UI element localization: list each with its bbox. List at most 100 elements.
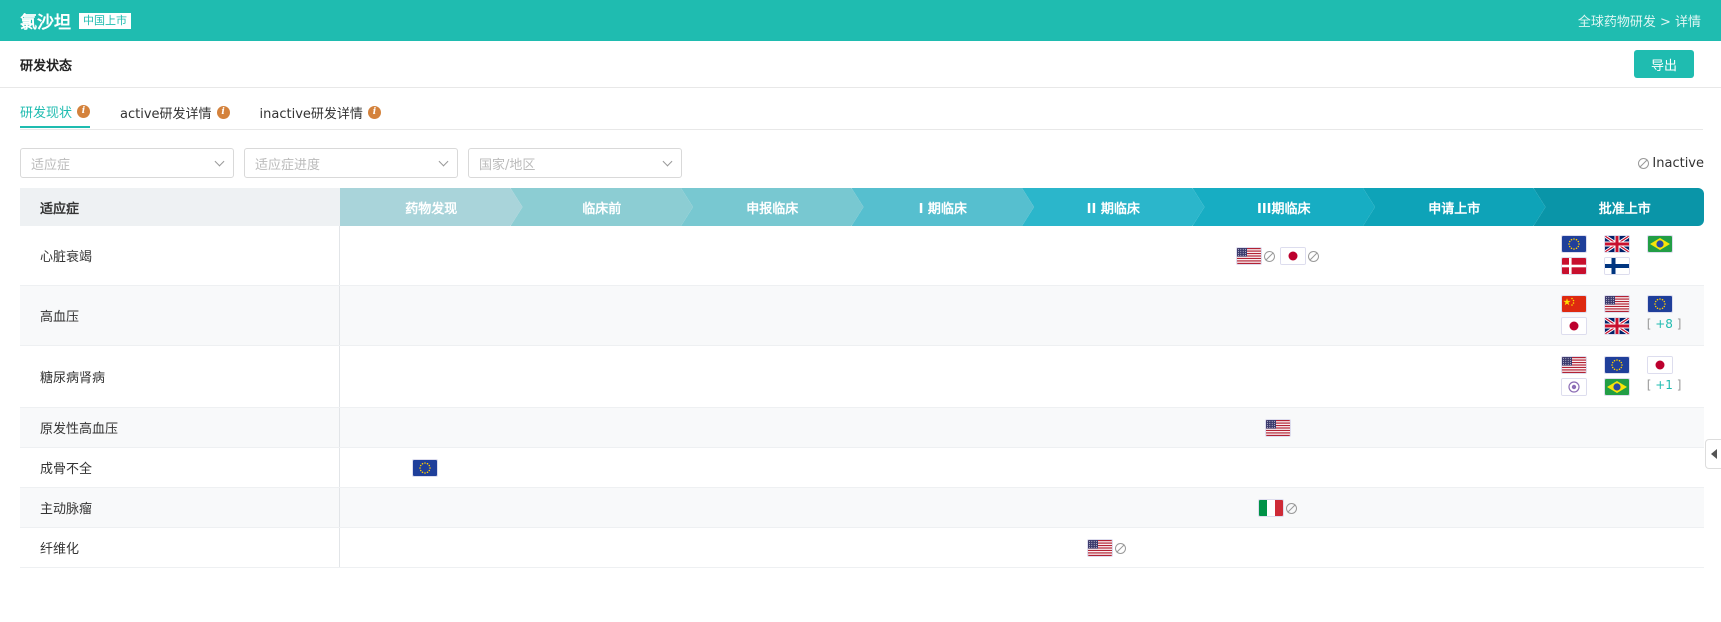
flag-jp-icon[interactable] — [1561, 318, 1586, 334]
more-count: +8 — [1655, 317, 1673, 331]
more-countries-link[interactable]: [ +8 ] — [1647, 317, 1682, 331]
indication-cell[interactable]: 高血压 — [20, 286, 340, 345]
country-region-select[interactable]: 国家/地区 — [468, 148, 682, 178]
indication-cell[interactable]: 成骨不全 — [20, 448, 340, 487]
indication-label: 糖尿病肾病 — [40, 371, 106, 386]
table-row: 成骨不全 — [20, 448, 1704, 488]
phase-6: 申请上市 — [1363, 188, 1546, 226]
flag-eu-icon[interactable] — [1561, 236, 1586, 252]
inactive-icon — [1307, 251, 1319, 262]
flag-eu-icon[interactable] — [1647, 296, 1672, 312]
table-body: 心脏衰竭 高血压 [ +8 ] 糖尿病肾病 [ +1 ] 原发性高血压成骨不全主动脉瘤… — [20, 226, 1704, 568]
filter-bar: 适应症 适应症进度 国家/地区 — [20, 148, 692, 178]
phase-cells — [340, 226, 1704, 285]
indication-progress-select[interactable]: 适应症进度 — [244, 148, 458, 178]
indication-cell[interactable]: 主动脉瘤 — [20, 488, 340, 527]
phase-cells — [340, 528, 1704, 567]
phase-label: 药物发现 — [405, 201, 458, 217]
phase-2: 申报临床 — [681, 188, 864, 226]
flag-jp-icon[interactable] — [1280, 248, 1305, 264]
tab-active-details[interactable]: active研发详情 i — [120, 94, 230, 128]
tab-bar: 研发现状 i active研发详情 i inactive研发详情 i — [20, 94, 1703, 130]
pipeline-table: 适应症 药物发现 临床前 申报临床 I 期临床 II 期临床 III期临床 申请上市 批准上市… — [20, 188, 1704, 568]
info-icon[interactable]: i — [367, 105, 381, 119]
indication-cell[interactable]: 糖尿病肾病 — [20, 346, 340, 407]
indication-select[interactable]: 适应症 — [20, 148, 234, 178]
phase-label: 批准上市 — [1598, 201, 1651, 217]
tab-current-status[interactable]: 研发现状 i — [20, 94, 91, 128]
market-status-badge: 中国上市 — [79, 12, 131, 29]
flag-us-icon[interactable] — [1088, 540, 1113, 556]
tab-label: active研发详情 — [120, 106, 212, 122]
select-placeholder: 适应症进度 — [255, 157, 321, 173]
rd-status-card: 研发状态 导出 研发现状 i active研发详情 i inactive研发详情 i … — [0, 41, 1721, 622]
breadcrumb[interactable]: 全球药物研发 > 详情 — [1578, 11, 1701, 30]
inactive-legend: Inactive — [1638, 156, 1704, 171]
tab-label: inactive研发详情 — [259, 106, 363, 122]
flag-gb-icon[interactable] — [1604, 236, 1629, 252]
flag-fi-icon[interactable] — [1604, 258, 1629, 274]
table-row: 高血压 [ +8 ] — [20, 286, 1704, 346]
table-row: 主动脉瘤 — [20, 488, 1704, 528]
flag-jp-icon[interactable] — [1647, 357, 1672, 373]
phase-1: 临床前 — [510, 188, 693, 226]
indication-cell[interactable]: 纤维化 — [20, 528, 340, 567]
indication-label: 成骨不全 — [40, 462, 93, 477]
flag-it-icon[interactable] — [1258, 500, 1283, 516]
flag-us-icon[interactable] — [1265, 420, 1290, 436]
inactive-icon — [1263, 251, 1275, 262]
phase-cells — [340, 448, 1704, 487]
inactive-icon — [1285, 503, 1297, 514]
flag-us-icon[interactable] — [1561, 357, 1586, 373]
flag-br-icon[interactable] — [1647, 236, 1672, 252]
phase-cells — [340, 488, 1704, 527]
indication-label: 高血压 — [40, 310, 80, 325]
phase-label: II 期临床 — [1086, 201, 1140, 217]
indication-label: 心脏衰竭 — [40, 250, 93, 265]
phase-3: I 期临床 — [851, 188, 1034, 226]
chevron-down-icon — [438, 156, 449, 166]
phase-7: 批准上市 — [1533, 188, 1704, 226]
collapse-handle[interactable] — [1705, 439, 1721, 469]
phase-cells — [340, 408, 1704, 447]
table-row: 糖尿病肾病 [ +1 ] — [20, 346, 1704, 408]
select-placeholder: 国家/地区 — [479, 157, 536, 173]
chevron-down-icon — [214, 156, 225, 166]
indication-column-header: 适应症 — [20, 188, 340, 226]
flag-br-icon[interactable] — [1604, 379, 1629, 395]
flag-dk-icon[interactable] — [1561, 258, 1586, 274]
tab-inactive-details[interactable]: inactive研发详情 i — [260, 94, 381, 128]
indication-cell[interactable]: 原发性高血压 — [20, 408, 340, 447]
more-countries-link[interactable]: [ +1 ] — [1647, 378, 1682, 392]
phase-label: 申请上市 — [1428, 201, 1481, 217]
info-icon[interactable]: i — [216, 105, 230, 119]
flag-gb-icon[interactable] — [1604, 318, 1629, 334]
flag-us-icon[interactable] — [1236, 248, 1261, 264]
phase-cells: [ +8 ] — [340, 286, 1704, 345]
table-row: 心脏衰竭 — [20, 226, 1704, 286]
phase-0: 药物发现 — [340, 188, 523, 226]
phase-header: 药物发现 临床前 申报临床 I 期临床 II 期临床 III期临床 申请上市 批准上市 — [340, 188, 1704, 226]
select-placeholder: 适应症 — [31, 157, 71, 173]
more-count: +1 — [1655, 378, 1673, 392]
table-header: 适应症 药物发现 临床前 申报临床 I 期临床 II 期临床 III期临床 申请上市 批准上市 — [20, 188, 1704, 226]
table-row: 原发性高血压 — [20, 408, 1704, 448]
flag-eu-icon[interactable] — [1604, 357, 1629, 373]
flag-eu-icon[interactable] — [413, 460, 438, 476]
phase-label: 临床前 — [582, 201, 622, 217]
indication-cell[interactable]: 心脏衰竭 — [20, 226, 340, 285]
section-header: 研发状态 导出 — [0, 41, 1721, 88]
indication-label: 纤维化 — [40, 542, 80, 557]
phase-4: II 期临床 — [1022, 188, 1205, 226]
legend-label: Inactive — [1652, 156, 1704, 171]
export-button[interactable]: 导出 — [1634, 50, 1694, 78]
indication-label: 主动脉瘤 — [40, 502, 93, 517]
top-bar: 氯沙坦 中国上市 全球药物研发 > 详情 — [0, 0, 1721, 41]
flag-tw-icon[interactable] — [1561, 379, 1586, 395]
flag-cn-icon[interactable] — [1561, 296, 1586, 312]
table-row: 纤维化 — [20, 528, 1704, 568]
inactive-icon — [1638, 158, 1650, 169]
flag-us-icon[interactable] — [1604, 296, 1629, 312]
inactive-icon — [1115, 543, 1127, 554]
info-icon[interactable]: i — [77, 104, 91, 118]
